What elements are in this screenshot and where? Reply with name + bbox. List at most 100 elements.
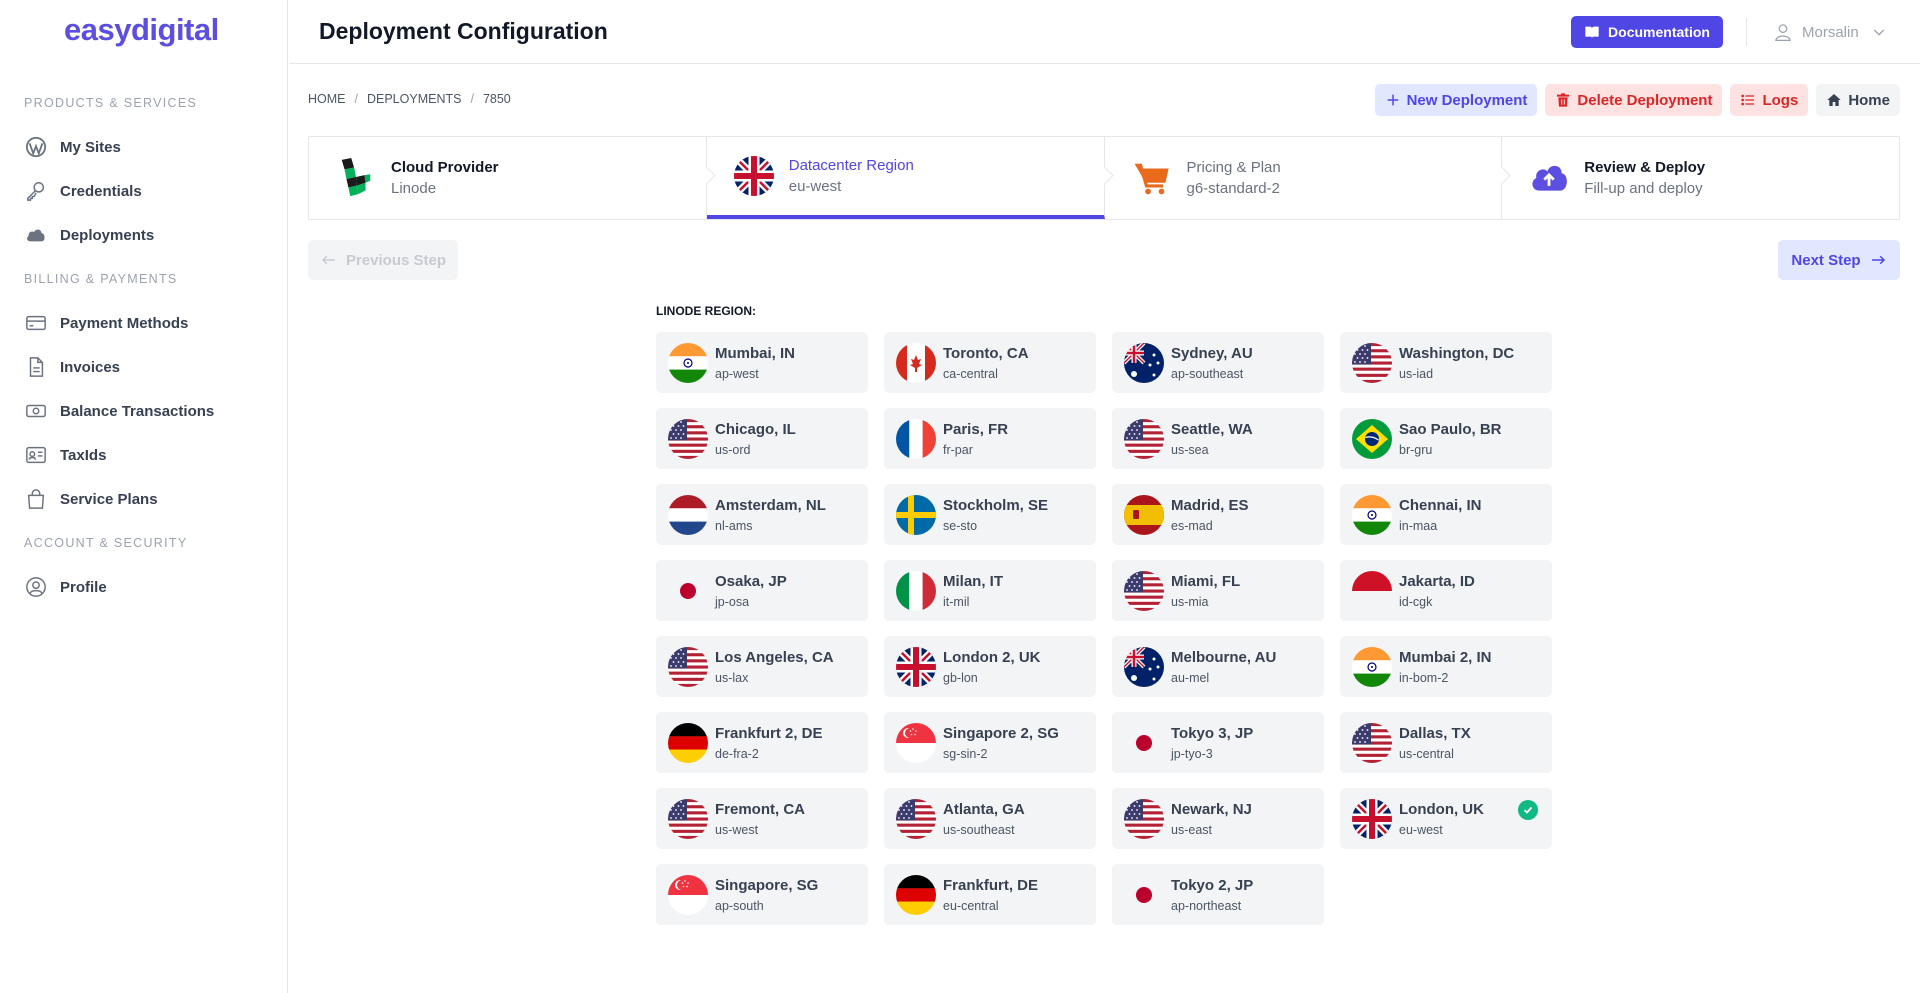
step-cloud-provider[interactable]: Cloud Provider Linode [309, 137, 716, 219]
breadcrumb-deployments[interactable]: DEPLOYMENTS [367, 92, 461, 106]
region-card[interactable]: Sydney, AU ap-southeast [1112, 332, 1324, 393]
previous-step-button[interactable]: Previous Step [308, 240, 458, 280]
region-code: us-iad [1399, 366, 1434, 381]
region-name: Frankfurt 2, DE [715, 724, 823, 742]
region-name: Washington, DC [1399, 344, 1515, 362]
region-card[interactable]: Stockholm, SE se-sto [884, 484, 1096, 545]
region-name: Miami, FL [1171, 572, 1241, 590]
region-code: br-gru [1399, 442, 1433, 457]
region-name: Milan, IT [943, 572, 1003, 590]
home-label: Home [1848, 91, 1890, 109]
region-code: sg-sin-2 [943, 746, 988, 761]
user-menu[interactable]: Morsalin [1773, 18, 1887, 46]
sidebar-item-credentials[interactable]: Credentials [24, 175, 264, 207]
section-billing-payments: BILLING & PAYMENTS [24, 272, 178, 286]
brand-logo[interactable]: easydigital [64, 12, 219, 48]
user-icon [1775, 24, 1791, 41]
next-step-button[interactable]: Next Step [1778, 240, 1900, 280]
sidebar-item-balance-transactions[interactable]: Balance Transactions [24, 395, 264, 427]
sidebar-item-label: TaxIds [60, 446, 107, 464]
delete-deployment-button[interactable]: Delete Deployment [1545, 84, 1723, 116]
region-card[interactable]: Miami, FL us-mia [1112, 560, 1324, 621]
sidebar-item-label: Invoices [60, 358, 121, 376]
region-code: us-ord [715, 442, 751, 457]
next-step-label: Next Step [1791, 251, 1861, 269]
region-name: Stockholm, SE [943, 496, 1049, 514]
region-name: Mumbai, IN [715, 344, 796, 362]
de-flag-icon [896, 874, 936, 915]
top-header: Deployment Configuration Documentation M… [289, 0, 1920, 64]
sidebar-item-my-sites[interactable]: My Sites [24, 131, 264, 163]
cloud-icon [24, 223, 48, 247]
breadcrumb-home[interactable]: HOME [308, 92, 346, 106]
sidebar-item-taxids[interactable]: TaxIds [24, 439, 264, 471]
step-pricing-plan[interactable]: Pricing & Plan g6-standard-2 [1105, 137, 1511, 219]
sidebar-item-invoices[interactable]: Invoices [24, 351, 264, 383]
us-flag-icon [1124, 570, 1164, 611]
region-card[interactable]: Osaka, JP jp-osa [656, 560, 868, 621]
region-card[interactable]: London, UK eu-west [1340, 788, 1552, 849]
region-card[interactable]: Amsterdam, NL nl-ams [656, 484, 868, 545]
header-divider [1746, 18, 1747, 46]
region-card[interactable]: Atlanta, GA us-southeast [884, 788, 1096, 849]
jp-flag-icon [1124, 874, 1164, 915]
chevron-down-icon [1873, 29, 1884, 36]
region-card[interactable]: Mumbai, IN ap-west [656, 332, 868, 393]
region-card[interactable]: Jakarta, ID id-cgk [1340, 560, 1552, 621]
region-name: Chennai, IN [1399, 496, 1482, 514]
region-card[interactable]: Paris, FR fr-par [884, 408, 1096, 469]
step-datacenter-region[interactable]: Datacenter Region eu-west [706, 137, 1114, 219]
region-name: Melbourne, AU [1171, 648, 1277, 666]
region-card[interactable]: Toronto, CA ca-central [884, 332, 1096, 393]
step-title: Datacenter Region [788, 157, 914, 174]
book-open-icon [1585, 26, 1599, 38]
logs-button[interactable]: Logs [1730, 84, 1809, 116]
region-name: London, UK [1399, 800, 1484, 818]
region-card[interactable]: Dallas, TX us-central [1340, 712, 1552, 773]
region-name: Mumbai 2, IN [1399, 648, 1492, 666]
us-flag-icon [1352, 342, 1392, 383]
region-card[interactable]: Newark, NJ us-east [1112, 788, 1324, 849]
region-card[interactable]: Frankfurt 2, DE de-fra-2 [656, 712, 868, 773]
sidebar-item-profile[interactable]: Profile [24, 571, 264, 603]
region-card[interactable]: Washington, DC us-iad [1340, 332, 1552, 393]
breadcrumb-current: 7850 [482, 92, 511, 106]
breadcrumb-separator: / [354, 92, 358, 106]
region-code: nl-ams [715, 518, 753, 533]
region-card[interactable]: Tokyo 3, JP jp-tyo-3 [1112, 712, 1324, 773]
in-flag-icon [668, 342, 708, 383]
documentation-button[interactable]: Documentation [1571, 16, 1723, 48]
region-card[interactable]: Chennai, IN in-maa [1340, 484, 1552, 545]
region-card[interactable]: Fremont, CA us-west [656, 788, 868, 849]
region-card[interactable]: Singapore, SG ap-south [656, 864, 868, 925]
region-section-label: LINODE REGION: [656, 304, 757, 318]
region-card[interactable]: Melbourne, AU au-mel [1112, 636, 1324, 697]
region-card[interactable]: Singapore 2, SG sg-sin-2 [884, 712, 1096, 773]
gb-flag-icon [1352, 798, 1392, 839]
sidebar-item-payment-methods[interactable]: Payment Methods [24, 307, 264, 339]
user-circle-icon [24, 575, 48, 599]
region-card[interactable]: Milan, IT it-mil [884, 560, 1096, 621]
region-card[interactable]: Los Angeles, CA us-lax [656, 636, 868, 697]
region-card[interactable]: Madrid, ES es-mad [1112, 484, 1324, 545]
home-button[interactable]: Home [1816, 84, 1900, 116]
documentation-label: Documentation [1608, 24, 1710, 40]
region-card[interactable]: Chicago, IL us-ord [656, 408, 868, 469]
region-name: Seattle, WA [1171, 420, 1253, 438]
step-review-deploy[interactable]: Review & Deploy Fill-up and deploy [1502, 137, 1899, 219]
sidebar-item-service-plans[interactable]: Service Plans [24, 483, 264, 515]
region-card[interactable]: Tokyo 2, JP ap-northeast [1112, 864, 1324, 925]
sidebar-item-deployments[interactable]: Deployments [24, 219, 264, 251]
region-card[interactable]: Frankfurt, DE eu-central [884, 864, 1096, 925]
page-title: Deployment Configuration [319, 18, 608, 44]
sidebar-item-label: Deployments [60, 226, 155, 244]
document-icon [24, 355, 48, 379]
new-deployment-button[interactable]: New Deployment [1374, 84, 1538, 116]
us-flag-icon [668, 418, 708, 459]
region-card[interactable]: Sao Paulo, BR br-gru [1340, 408, 1552, 469]
us-flag-icon [1124, 418, 1164, 459]
region-card[interactable]: London 2, UK gb-lon [884, 636, 1096, 697]
region-card[interactable]: Mumbai 2, IN in-bom-2 [1340, 636, 1552, 697]
region-code: in-bom-2 [1399, 670, 1449, 685]
region-card[interactable]: Seattle, WA us-sea [1112, 408, 1324, 469]
